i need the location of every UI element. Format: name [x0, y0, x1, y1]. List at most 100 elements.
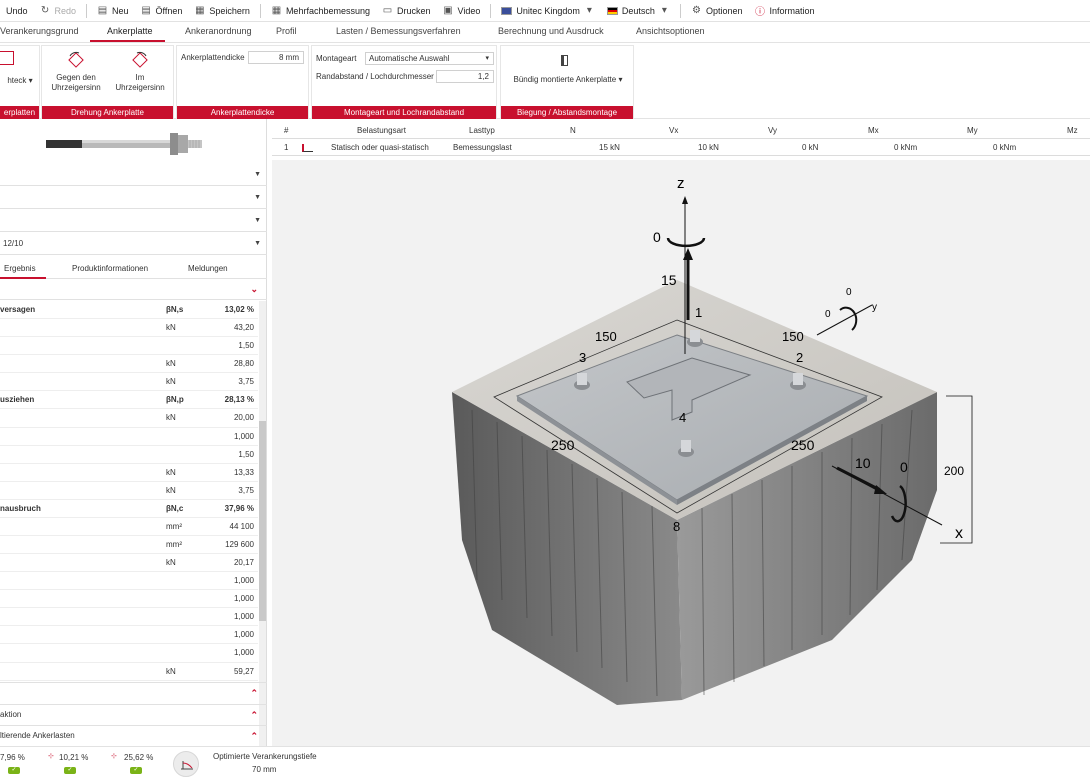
- result-row[interactable]: kN 3,75: [0, 373, 258, 392]
- result-row[interactable]: kN 3,75: [0, 482, 258, 500]
- col-number: #: [284, 126, 289, 135]
- main-toolbar: Undo ↻ Redo ▤ Neu ▤ Öffnen ▦ Speichern ▦ Mehr…: [0, 0, 1090, 22]
- product-dropdown-3[interactable]: ▼: [0, 210, 267, 232]
- result-unit: kN: [166, 485, 176, 495]
- active-tab-indicator: [90, 40, 165, 42]
- result-row[interactable]: 1,000: [0, 428, 258, 446]
- anchor-4-label: 4: [679, 410, 686, 425]
- product-dropdown-4[interactable]: 12/10 ▼: [0, 233, 267, 255]
- save-label: Speichern: [209, 5, 250, 16]
- result-row[interactable]: mm² 129 600: [0, 536, 258, 555]
- result-unit: kN: [166, 558, 176, 568]
- result-row[interactable]: 1,000: [0, 590, 258, 609]
- tab-lasten[interactable]: Lasten / Bemessungsverfahren: [336, 26, 461, 36]
- scrollbar-thumb[interactable]: [259, 421, 266, 621]
- result-value: 1,000: [233, 612, 254, 622]
- section-collapsed-3[interactable]: ltierende Ankerlasten ⌃: [0, 725, 267, 745]
- anchor-3d-scene[interactable]: z x y 15 0 10 0 0 0 150 150 250 250 200 …: [272, 160, 1090, 746]
- tab-meldungen[interactable]: Meldungen: [188, 264, 228, 273]
- check-ok-icon: ✓: [130, 767, 142, 774]
- language-label: Deutsch: [621, 5, 655, 16]
- plate-shape-dropdown[interactable]: hteck ▾: [0, 76, 40, 86]
- edge-ratio-input[interactable]: 1,2: [436, 70, 494, 83]
- rotate-cw-button[interactable]: Im Uhrzeigersinn: [112, 73, 168, 93]
- undo-button[interactable]: Undo: [0, 0, 34, 22]
- german-flag-icon: [606, 6, 618, 15]
- multi-design-button[interactable]: ▦ Mehrfachbemessung: [265, 0, 376, 22]
- print-button[interactable]: ▭ Drucken: [376, 0, 437, 22]
- result-value: 28,80: [233, 359, 254, 369]
- result-row[interactable]: 1,000: [0, 644, 258, 663]
- grid-icon: ▦: [271, 5, 282, 16]
- utilization-3[interactable]: 25,62 %: [124, 753, 153, 762]
- result-row[interactable]: kN 28,80: [0, 355, 258, 374]
- result-row[interactable]: kN 13,33: [0, 464, 258, 482]
- active-tab-indicator: [0, 277, 46, 279]
- rotate-ccw-icon: [68, 51, 84, 68]
- product-dropdown-1[interactable]: ▼: [0, 164, 267, 186]
- section-collapsed-2[interactable]: aktion ⌃: [0, 704, 267, 724]
- tab-verankerungsgrund[interactable]: Verankerungsgrund: [0, 26, 79, 36]
- result-row[interactable]: nausbruch βN,c 37,96 %: [0, 500, 258, 518]
- tab-ansichtsoptionen[interactable]: Ansichtsoptionen: [636, 26, 705, 36]
- check-ok-icon: ✓: [8, 767, 20, 774]
- result-table: versagen βN,s 13,02 % kN 43,20 1,50 kN 28,80 kN 3…: [0, 301, 258, 681]
- tab-ankerplatte[interactable]: Ankerplatte: [107, 26, 153, 36]
- information-button[interactable]: ⓘ Information: [748, 0, 820, 22]
- result-row[interactable]: kN 43,20: [0, 319, 258, 338]
- result-row[interactable]: versagen βN,s 13,02 %: [0, 301, 258, 320]
- result-row[interactable]: 1,50: [0, 337, 258, 356]
- print-icon: ▭: [382, 5, 393, 16]
- chevron-down-icon: ▼: [254, 171, 261, 178]
- result-value: 44 100: [229, 521, 254, 531]
- ribbon: hteck ▾ erplatten Gegen den Uhrzeigersin…: [0, 43, 1090, 119]
- utilization-2[interactable]: 10,21 %: [59, 753, 88, 762]
- load-row[interactable]: 1 Statisch oder quasi-statisch Bemessung…: [272, 140, 1090, 156]
- result-unit: βN,c: [166, 503, 184, 513]
- tab-ergebnis[interactable]: Ergebnis: [4, 264, 36, 273]
- undo-label: Undo: [6, 5, 28, 16]
- embedment-optimize-button[interactable]: [173, 751, 199, 777]
- rectangle-plate-icon: [0, 51, 14, 65]
- tab-berechnung[interactable]: Berechnung und Ausdruck: [498, 26, 604, 36]
- options-button[interactable]: ⚙ Optionen: [685, 0, 749, 22]
- result-row[interactable]: usziehen βN,p 28,13 %: [0, 391, 258, 410]
- result-label: versagen: [0, 305, 36, 314]
- result-unit: βN,s: [166, 305, 184, 314]
- result-row[interactable]: 1,50: [0, 446, 258, 464]
- rotate-ccw-button[interactable]: Gegen den Uhrzeigersinn: [44, 73, 108, 93]
- language-select[interactable]: Deutsch ▾: [601, 0, 676, 22]
- plate-width-right: 250: [791, 437, 815, 453]
- new-button[interactable]: ▤ Neu: [91, 0, 135, 22]
- tab-produktinformationen[interactable]: Produktinformationen: [72, 264, 148, 273]
- result-row[interactable]: mm² 44 100: [0, 518, 258, 537]
- tab-profil[interactable]: Profil: [276, 26, 297, 36]
- result-row[interactable]: 1,000: [0, 608, 258, 627]
- redo-button[interactable]: ↻ Redo: [34, 0, 83, 22]
- results-collapse-header[interactable]: ⌄: [0, 280, 267, 300]
- result-row[interactable]: kN 20,00: [0, 409, 258, 428]
- tab-ankeranordnung[interactable]: Ankeranordnung: [185, 26, 252, 36]
- chevron-down-icon: ▾: [661, 5, 667, 16]
- result-row[interactable]: kN 59,27: [0, 663, 258, 681]
- mount-type-select[interactable]: Automatische Auswahl ▾: [365, 52, 494, 65]
- information-label: Information: [769, 5, 815, 16]
- rotate-cw-icon: [132, 51, 148, 68]
- result-row[interactable]: 1,000: [0, 626, 258, 645]
- result-row[interactable]: kN 20,17: [0, 554, 258, 573]
- save-button[interactable]: ▦ Speichern: [188, 0, 256, 22]
- result-row[interactable]: 1,000: [0, 572, 258, 591]
- country-select[interactable]: Unitec Kingdom ▾: [495, 0, 601, 22]
- group-plate-thickness: Ankerplattendicke 8 mm Ankerplattendicke: [176, 45, 309, 119]
- video-button[interactable]: ▣ Video: [437, 0, 487, 22]
- 3d-viewport[interactable]: z x y 15 0 10 0 0 0 150 150 250 250 200 …: [272, 160, 1090, 746]
- flush-plate-dropdown[interactable]: Bündig montierte Ankerplatte ▾: [505, 75, 631, 85]
- plate-thickness-input[interactable]: 8 mm: [248, 51, 304, 64]
- utilization-1[interactable]: 7,96 %: [0, 753, 25, 762]
- flush-plate-label: Bündig montierte Ankerplatte: [513, 75, 617, 84]
- product-dropdown-2[interactable]: ▼: [0, 187, 267, 209]
- optimized-depth-value: 70 mm: [252, 765, 277, 774]
- chevron-down-icon: ▼: [254, 217, 261, 224]
- section-collapsed-1[interactable]: ⌃: [0, 682, 267, 702]
- open-button[interactable]: ▤ Öffnen: [135, 0, 189, 22]
